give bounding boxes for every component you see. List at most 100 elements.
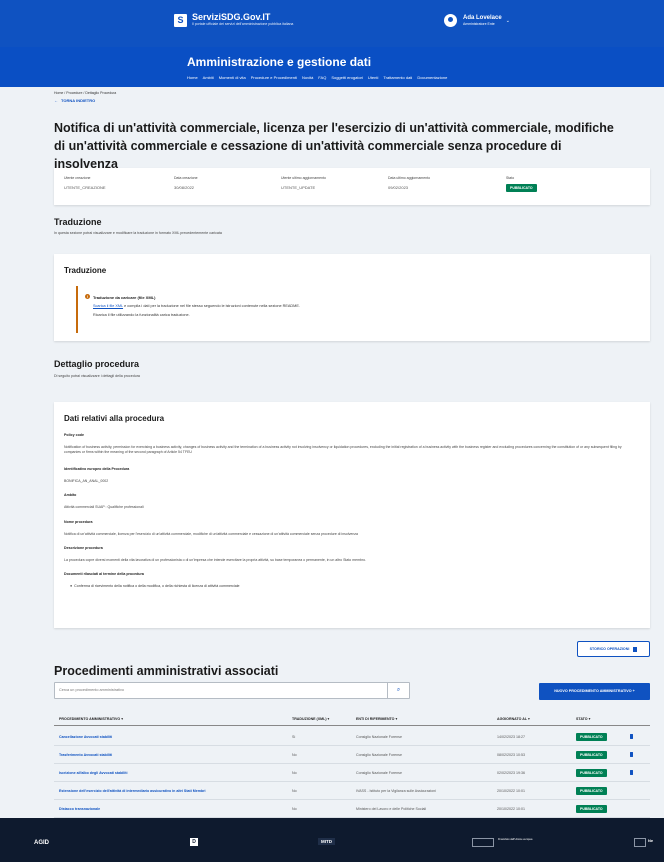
eu-funding-text: Finanziato dall'Unione europea xyxy=(498,838,533,841)
translation-card: Traduzione ! Traduzione da caricare (fil… xyxy=(54,254,650,341)
documents-label: Documenti rilasciati al termine della pr… xyxy=(64,572,144,576)
new-procedure-button[interactable]: NUOVO PROCEDIMENTO AMMINISTRATIVO + xyxy=(539,683,650,700)
ente-cell: Consiglio Nazionale Forense xyxy=(356,771,402,775)
trash-icon[interactable] xyxy=(630,752,633,757)
meta-label: Data creazione xyxy=(174,176,198,180)
nav-item-home[interactable]: Home xyxy=(187,75,198,80)
updated-cell: 02/02/2023 19:36 xyxy=(497,771,525,775)
meta-label: Utente ultimo aggiornamento xyxy=(281,176,326,180)
procedure-name-value: Notifica di un'attività commerciale, lic… xyxy=(64,532,358,536)
translation-card-title: Traduzione xyxy=(64,266,107,275)
meta-created-date: Data creazione 30/08/2022 xyxy=(174,176,198,190)
nav-item-novita[interactable]: Novità xyxy=(302,75,313,80)
nav-menu: Home Ambiti Momenti di vita Procedure e … xyxy=(187,75,447,80)
meta-label: Utente creazione xyxy=(64,176,91,180)
ente-cell: Consiglio Nazionale Forense xyxy=(356,753,402,757)
download-xml-link[interactable]: Scarica il file XML xyxy=(93,304,123,308)
app-title: Amministrazione e gestione dati xyxy=(187,55,372,69)
procedure-name-link[interactable]: Iscrizione all'albo degli Avvocati stabi… xyxy=(59,771,128,775)
xml-cell: No xyxy=(292,807,297,811)
procedure-description-label: Descrizione procedura xyxy=(64,546,103,550)
table-row: Cancellazione Avvocati stabiliti Sì Cons… xyxy=(54,728,650,746)
ente-cell: IVASS - Istituto per la Vigilanza sulle … xyxy=(356,789,436,793)
meta-value: UTENTE_UPDATE xyxy=(281,185,316,190)
next-generation-logo: Ne xyxy=(648,838,654,843)
procedure-name-link[interactable]: Trasferimento Avvocati stabiliti xyxy=(59,753,112,757)
column-header-procedure[interactable]: PROCEDIMENTO AMMINISTRATIVO ▾ xyxy=(59,717,123,721)
column-header-updated[interactable]: AGGIORNATO AL ▾ xyxy=(497,717,530,721)
status-badge: PUBBLICATO xyxy=(576,733,607,741)
detail-section-subtitle: Di seguito potrai visualizzare i dettagl… xyxy=(54,374,140,378)
ambito-value: Attività commerciali SUAP : Qualifiche p… xyxy=(64,505,144,509)
agid-logo[interactable]: AGID xyxy=(34,840,49,846)
eu-flag-icon xyxy=(634,838,646,847)
procedure-name-link[interactable]: Distacco transnazionale xyxy=(59,807,100,811)
status-badge: PUBBLICATO xyxy=(506,184,537,192)
callout-text-2: Ricarica il file utilizzando la funziona… xyxy=(93,313,190,317)
column-header-enti[interactable]: ENTI DI RIFERIMENTO ▾ xyxy=(356,717,397,721)
eu-id-label: Identificativo europeo della Procedura xyxy=(64,467,130,471)
procedure-name-link[interactable]: Estensione dell'esercizio dell'attività … xyxy=(59,789,206,793)
table-row: Trasferimento Avvocati stabiliti No Cons… xyxy=(54,746,650,764)
eu-id-value: BONIFICA_AN_ANAL_0002 xyxy=(64,479,109,483)
user-name: Ada Lovelace xyxy=(463,14,502,21)
arrow-left-icon: ← xyxy=(54,98,58,103)
callout-title: Traduzione da caricare (file XML) xyxy=(93,295,156,300)
back-link[interactable]: ← TORNA INDIETRO xyxy=(54,98,95,103)
procedures-section-title: Procedimenti amministrativi associati xyxy=(54,664,279,678)
nav-item-utenti[interactable]: Utenti xyxy=(368,75,378,80)
table-row: Estensione dell'esercizio dell'attività … xyxy=(54,782,650,800)
search-input[interactable]: Cerca un procedimento amministrativo xyxy=(59,688,124,692)
meta-label: Stato xyxy=(506,176,515,180)
translation-section-title: Traduzione xyxy=(54,217,102,227)
mitd-logo[interactable]: MITD xyxy=(318,838,335,845)
detail-card-title: Dati relativi alla procedura xyxy=(64,414,165,423)
brand[interactable]: S ServiziSDG.Gov.IT Il portale ufficiale… xyxy=(174,13,293,27)
policy-code-label: Policy code xyxy=(64,433,84,437)
nav-item-ambiti[interactable]: Ambiti xyxy=(203,75,214,80)
page-content: Home / Procedure / Dettaglio Procedura ←… xyxy=(0,87,664,818)
user-menu[interactable]: Ada Lovelace Amministratore Ente ⌄ xyxy=(444,14,510,27)
meta-created-by: Utente creazione UTENTE_CREAZIONE xyxy=(64,176,106,190)
table-header: PROCEDIMENTO AMMINISTRATIVO ▾ TRADUZIONE… xyxy=(54,714,650,726)
nav-item-momenti-di-vita[interactable]: Momenti di vita xyxy=(219,75,246,80)
document-item: Conferma di ricevimento della notifica o… xyxy=(74,584,240,588)
updated-cell: 08/02/2023 10:53 xyxy=(497,753,525,757)
policy-code-value: Notification of business activity, permi… xyxy=(64,445,622,454)
nav-item-soggetti-erogatori[interactable]: Soggetti erogatori xyxy=(331,75,363,80)
updated-cell: 20/10/2022 10:01 xyxy=(497,789,525,793)
procedure-name-link[interactable]: Cancellazione Avvocati stabiliti xyxy=(59,735,112,739)
ambito-label: Ambito xyxy=(64,493,77,497)
trash-icon[interactable] xyxy=(630,770,633,775)
dipartimento-logo-icon[interactable]: D xyxy=(190,838,198,846)
ente-cell: Ministero del Lavoro e delle Politiche S… xyxy=(356,807,427,811)
document-icon xyxy=(633,646,638,652)
procedure-description-value: La procedura copre diversi momenti della… xyxy=(64,558,367,562)
nav-item-procedure[interactable]: Procedure e Procedimenti xyxy=(251,75,297,80)
breadcrumb[interactable]: Home / Procedure / Dettaglio Procedura xyxy=(54,91,116,95)
column-header-status[interactable]: STATO ▾ xyxy=(576,717,590,721)
meta-value: 09/02/2023 xyxy=(388,185,409,190)
meta-updated-by: Utente ultimo aggiornamento UTENTE_UPDAT… xyxy=(281,176,326,190)
callout-text: e compila i dati per la traduzione nel f… xyxy=(124,304,300,308)
brand-subtitle: Il portale ufficiale dei servizi dell'am… xyxy=(192,22,294,26)
main-nav: Amministrazione e gestione dati Home Amb… xyxy=(0,47,664,87)
nav-item-faq[interactable]: FAQ xyxy=(318,75,326,80)
operations-history-button[interactable]: STORICO OPERAZIONI xyxy=(577,641,650,657)
eu-flag-icon xyxy=(472,838,494,847)
search-icon[interactable]: ⌕ xyxy=(387,683,409,698)
nav-item-documentazione[interactable]: Documentazione xyxy=(417,75,447,80)
user-role: Amministratore Ente xyxy=(463,21,495,26)
meta-updated-date: Data ultimo aggiornamento 09/02/2023 xyxy=(388,176,430,190)
trash-icon[interactable] xyxy=(630,734,633,739)
ente-cell: Consiglio Nazionale Forense xyxy=(356,735,402,739)
column-header-xml[interactable]: TRADUZIONE (XML) ▾ xyxy=(292,717,329,721)
translation-section-subtitle: In questa sezione potrai visualizzare e … xyxy=(54,231,222,235)
page-title: Notifica di un'attività commerciale, lic… xyxy=(54,121,614,171)
back-label: TORNA INDIETRO xyxy=(61,98,96,103)
chevron-down-icon[interactable]: ⌄ xyxy=(506,18,510,24)
xml-cell: No xyxy=(292,771,297,775)
list-item: ● Conferma di ricevimento della notifica… xyxy=(70,584,240,588)
nav-item-trattamento-dati[interactable]: Trattamento dati xyxy=(383,75,412,80)
status-badge: PUBBLICATO xyxy=(576,769,607,777)
